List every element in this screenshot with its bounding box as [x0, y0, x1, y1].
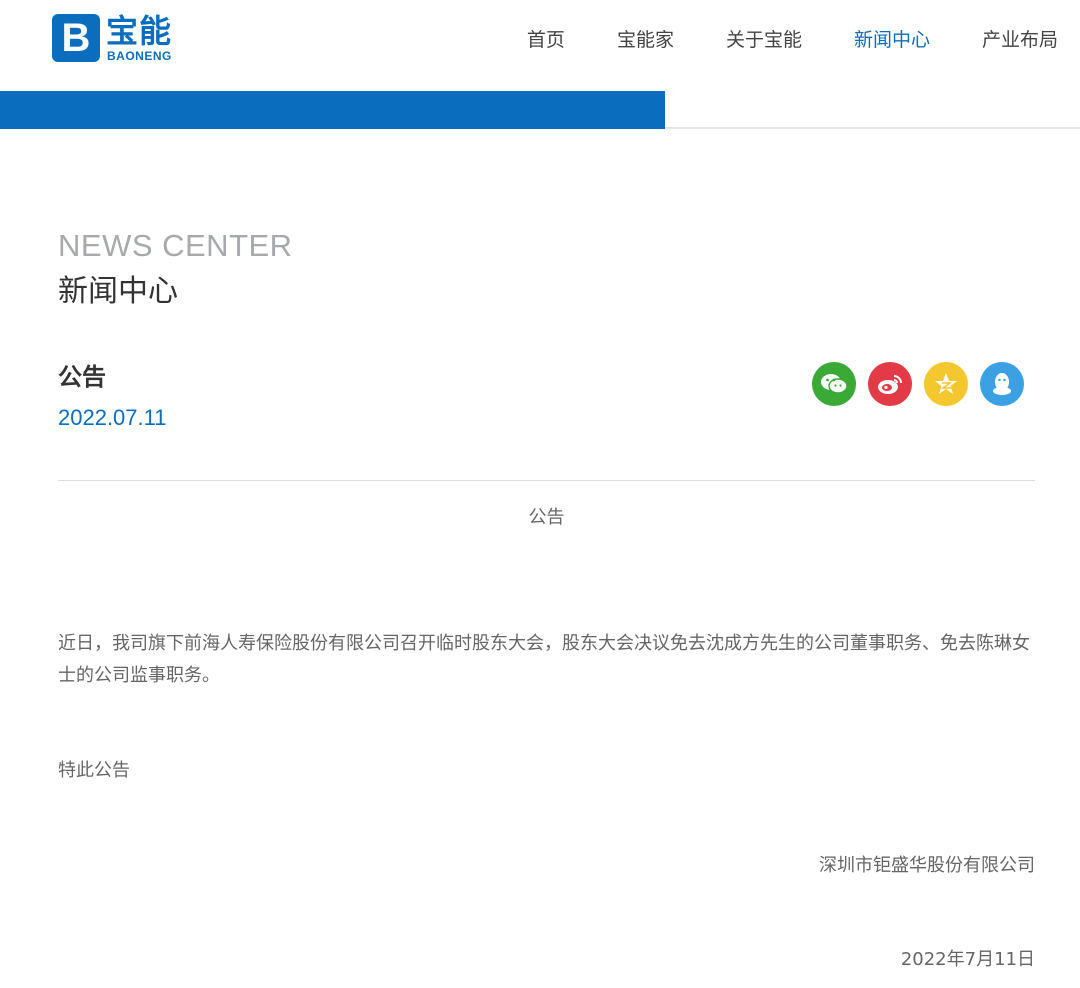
nav-item-about[interactable]: 关于宝能: [726, 26, 802, 54]
logo-name-cn: 宝能: [106, 12, 173, 50]
article-date: 2022.07.11: [58, 405, 167, 430]
baoneng-logo[interactable]: B 宝能 BAONENG: [52, 12, 182, 64]
article-signature: 深圳市钜盛华股份有限公司: [819, 855, 1035, 876]
share-qq-button[interactable]: [980, 362, 1024, 406]
document-heading: 公告: [528, 507, 565, 528]
header-divider: [665, 127, 1080, 129]
share-qzone-button[interactable]: [924, 362, 968, 406]
main-nav: 首页 宝能家 关于宝能 新闻中心 产业布局: [475, 26, 1058, 54]
header-accent-bar: [0, 91, 665, 129]
site-header: B 宝能 BAONENG 首页 宝能家 关于宝能 新闻中心 产业布局: [0, 0, 1080, 90]
qzone-icon: [935, 373, 957, 394]
section-title-cn: 新闻中心: [58, 274, 178, 309]
share-wechat-button[interactable]: [812, 362, 856, 406]
section-title-en: NEWS CENTER: [58, 228, 293, 263]
logo-mark: B: [52, 14, 100, 62]
article-closing: 特此公告: [58, 760, 130, 781]
nav-item-home[interactable]: 首页: [527, 26, 565, 54]
article-title: 公告: [58, 363, 106, 391]
weibo-icon: [878, 375, 902, 394]
logo-name-en: BAONENG: [107, 49, 172, 63]
nav-item-industry[interactable]: 产业布局: [982, 26, 1058, 54]
nav-item-news-center[interactable]: 新闻中心: [854, 26, 930, 54]
qq-icon: [993, 373, 1011, 395]
share-weibo-button[interactable]: [868, 362, 912, 406]
article-sign-date: 2022年7月11日: [900, 949, 1035, 970]
wechat-icon: [821, 374, 848, 394]
content-divider: [58, 480, 1035, 481]
nav-item-baoneng-home[interactable]: 宝能家: [617, 26, 674, 54]
article-body: 近日，我司旗下前海人寿保险股份有限公司召开临时股东大会，股东大会决议免去沈成方先…: [58, 633, 1030, 686]
share-buttons: [812, 362, 1024, 406]
